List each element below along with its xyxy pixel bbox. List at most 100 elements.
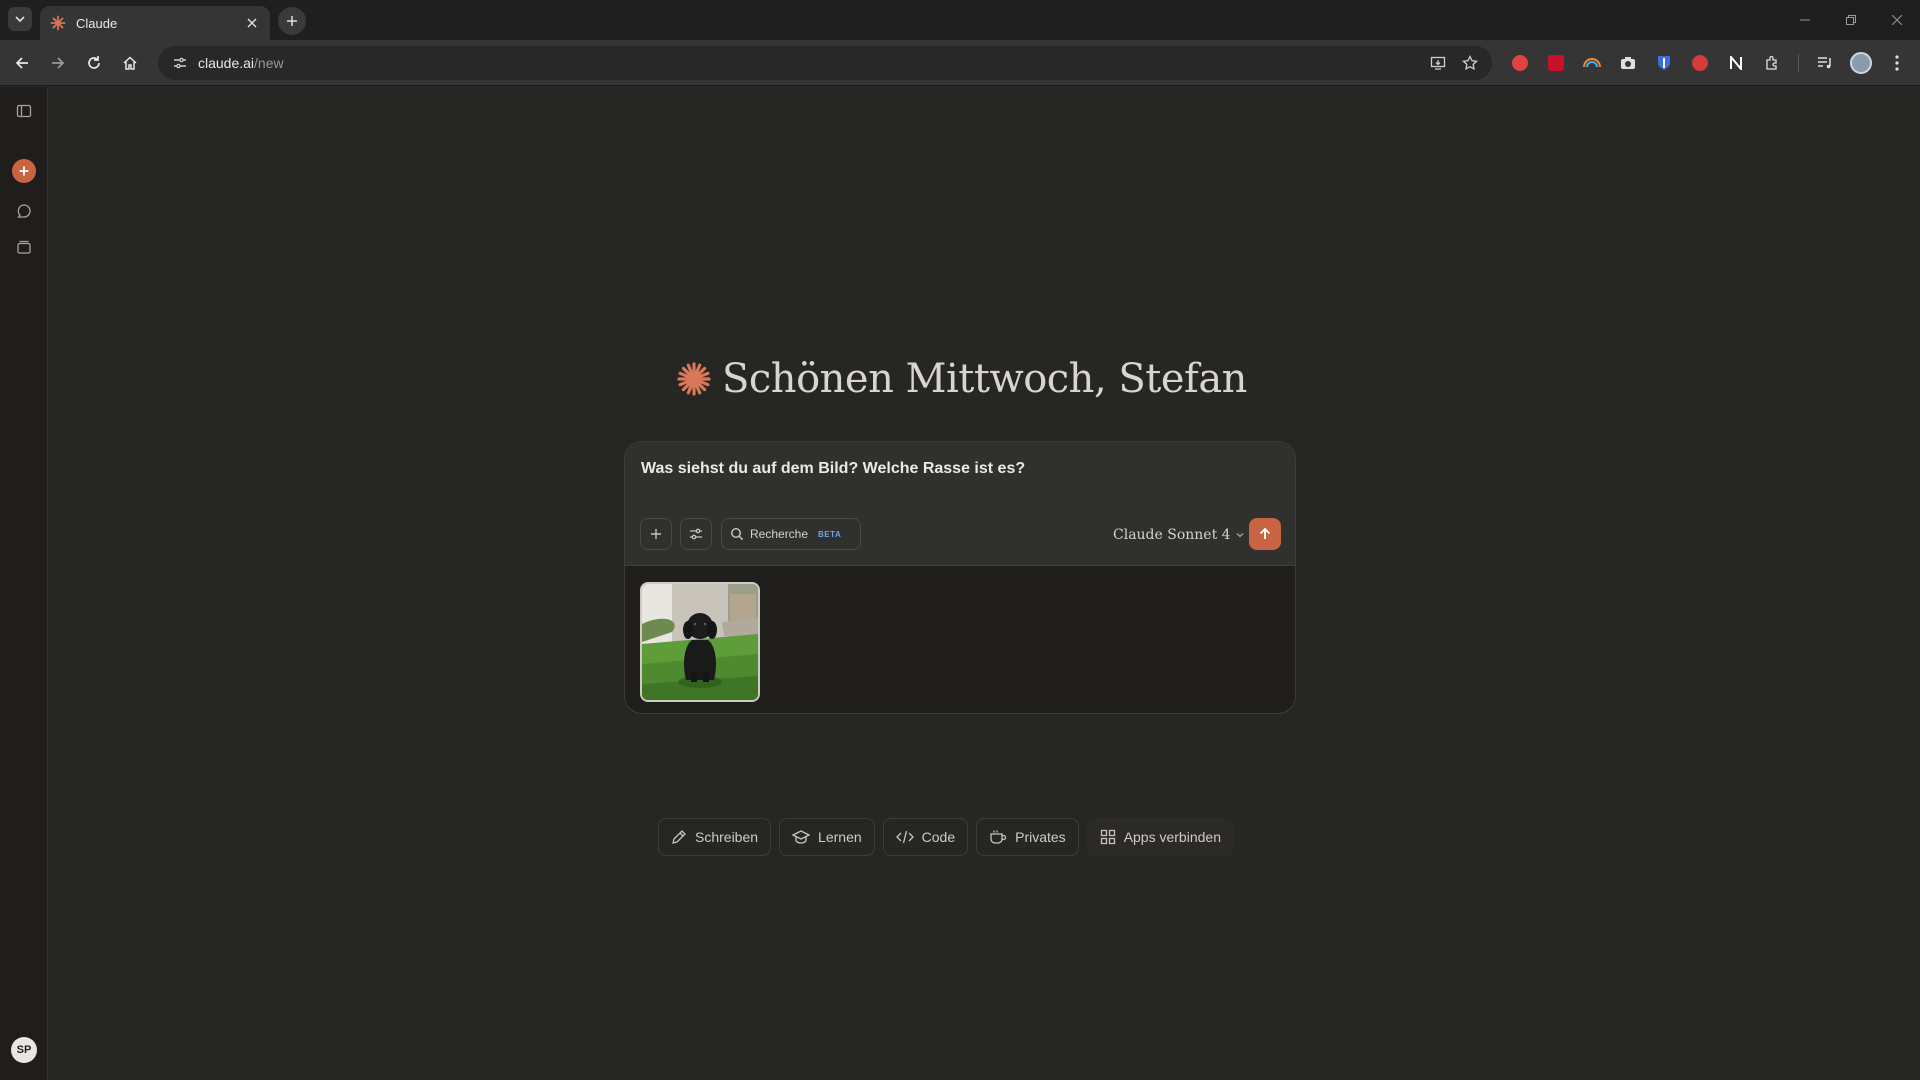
new-chat-icon bbox=[19, 166, 29, 176]
tab-title: Claude bbox=[76, 15, 118, 31]
url-path: /new bbox=[254, 55, 284, 71]
home-button[interactable] bbox=[116, 49, 144, 77]
projects-icon bbox=[17, 240, 31, 254]
extension-bitwarden[interactable] bbox=[1650, 49, 1678, 77]
minimize-button[interactable] bbox=[1782, 0, 1828, 40]
chip-apps-verbinden[interactable]: Apps verbinden bbox=[1086, 818, 1234, 856]
browser-menu-button[interactable] bbox=[1883, 49, 1911, 77]
bookmark-button[interactable] bbox=[1458, 51, 1482, 75]
new-tab-button[interactable] bbox=[278, 7, 306, 35]
extensions-menu-button[interactable] bbox=[1758, 49, 1786, 77]
close-window-icon bbox=[1892, 15, 1902, 25]
tools-button[interactable] bbox=[680, 518, 712, 550]
apps-grid-icon bbox=[1100, 829, 1115, 845]
graduation-cap-icon bbox=[792, 830, 811, 844]
chip-lernen[interactable]: Lernen bbox=[779, 818, 875, 856]
extension-abp[interactable] bbox=[1506, 49, 1534, 77]
beta-badge: BETA bbox=[818, 529, 842, 539]
chip-label: Code bbox=[921, 829, 956, 845]
tab-close-button[interactable] bbox=[244, 15, 260, 31]
red-circle-icon bbox=[1692, 55, 1708, 71]
arrow-right-icon bbox=[52, 57, 65, 69]
lastpass-icon bbox=[1548, 55, 1564, 71]
browser-tab-active[interactable]: Claude bbox=[40, 6, 270, 40]
star-icon bbox=[1462, 55, 1478, 71]
install-app-button[interactable] bbox=[1426, 51, 1450, 75]
pencil-icon bbox=[672, 830, 686, 844]
chevron-down-icon bbox=[1236, 533, 1244, 538]
message-composer: Was siehst du auf dem Bild? Welche Rasse… bbox=[624, 441, 1296, 714]
sliders-icon bbox=[690, 528, 702, 540]
chip-label: Privates bbox=[1015, 829, 1066, 845]
attach-button[interactable] bbox=[640, 518, 672, 550]
back-button[interactable] bbox=[8, 49, 36, 77]
browser-toolbar: claude.ai/new bbox=[0, 40, 1920, 86]
profile-button[interactable] bbox=[1847, 49, 1875, 77]
reload-button[interactable] bbox=[80, 49, 108, 77]
shield-icon bbox=[1658, 56, 1670, 70]
profile-avatar-icon bbox=[1850, 52, 1872, 74]
chip-label: Schreiben bbox=[695, 829, 759, 845]
chip-label: Lernen bbox=[818, 829, 862, 845]
extension-notion[interactable] bbox=[1722, 49, 1750, 77]
chats-button[interactable] bbox=[12, 199, 36, 223]
model-selector[interactable]: Claude Sonnet 4 bbox=[1113, 524, 1245, 546]
user-avatar[interactable]: SP bbox=[11, 1037, 37, 1063]
greeting-text: Schönen Mittwoch, Stefan bbox=[722, 356, 1247, 402]
url-text: claude.ai/new bbox=[198, 55, 284, 71]
chip-schreiben[interactable]: Schreiben bbox=[658, 818, 772, 856]
research-button[interactable]: Recherche BETA bbox=[721, 518, 861, 550]
chip-privates[interactable]: Privates bbox=[976, 818, 1079, 856]
suggestion-chips: Schreiben Lernen Code Privates Apps verb… bbox=[658, 818, 1234, 856]
tune-icon bbox=[174, 57, 186, 69]
code-icon bbox=[895, 830, 914, 844]
notion-icon bbox=[1730, 56, 1742, 70]
claude-spark-icon bbox=[677, 362, 711, 396]
queue-music-icon bbox=[1818, 57, 1831, 69]
puzzle-icon bbox=[1766, 55, 1777, 70]
greeting: Schönen Mittwoch, Stefan bbox=[676, 349, 1247, 409]
extension-red[interactable] bbox=[1686, 49, 1714, 77]
restore-button[interactable] bbox=[1828, 0, 1874, 40]
close-window-button[interactable] bbox=[1874, 0, 1920, 40]
browser-tabstrip: Claude bbox=[0, 0, 1920, 40]
rainbow-icon bbox=[1583, 58, 1601, 68]
chip-code[interactable]: Code bbox=[882, 818, 969, 856]
arrow-left-icon bbox=[15, 57, 28, 69]
extensions-bar bbox=[1506, 49, 1911, 77]
prompt-input[interactable]: Was siehst du auf dem Bild? Welche Rasse… bbox=[641, 460, 1025, 478]
send-button[interactable] bbox=[1249, 518, 1281, 550]
toolbar-divider bbox=[1798, 54, 1799, 72]
plus-icon bbox=[287, 16, 297, 26]
composer-input-area[interactable]: Was siehst du auf dem Bild? Welche Rasse… bbox=[625, 442, 1295, 566]
sidebar-toggle-button[interactable] bbox=[12, 99, 36, 123]
extension-rainbow[interactable] bbox=[1578, 49, 1606, 77]
site-info-button[interactable] bbox=[168, 51, 192, 75]
sidebar: SP bbox=[0, 87, 48, 1080]
restore-icon bbox=[1846, 15, 1856, 25]
projects-button[interactable] bbox=[12, 235, 36, 259]
coffee-icon bbox=[990, 830, 1007, 844]
forward-button[interactable] bbox=[44, 49, 72, 77]
chats-icon bbox=[17, 204, 31, 218]
address-bar[interactable]: claude.ai/new bbox=[158, 46, 1492, 80]
arrow-up-icon bbox=[1259, 527, 1271, 539]
adblock-icon bbox=[1512, 55, 1528, 71]
extension-camera[interactable] bbox=[1614, 49, 1642, 77]
minimize-icon bbox=[1800, 19, 1810, 21]
media-control-button[interactable] bbox=[1811, 49, 1839, 77]
tab-search-button[interactable] bbox=[8, 7, 32, 31]
plus-icon bbox=[651, 529, 661, 539]
claude-app: SP Schönen Mittwoch, Stefan Was siehst d… bbox=[0, 87, 1920, 1080]
extension-lastpass[interactable] bbox=[1542, 49, 1570, 77]
home-icon bbox=[123, 56, 137, 70]
model-label: Claude Sonnet 4 bbox=[1113, 527, 1231, 543]
search-icon bbox=[730, 527, 744, 541]
new-chat-button[interactable] bbox=[12, 159, 36, 183]
more-vertical-icon bbox=[1895, 55, 1899, 71]
attachment-thumbnail[interactable] bbox=[640, 582, 760, 702]
dog-photo-image bbox=[642, 584, 758, 700]
close-icon bbox=[247, 18, 257, 28]
url-host: claude.ai bbox=[198, 55, 255, 71]
install-app-icon bbox=[1430, 56, 1446, 70]
